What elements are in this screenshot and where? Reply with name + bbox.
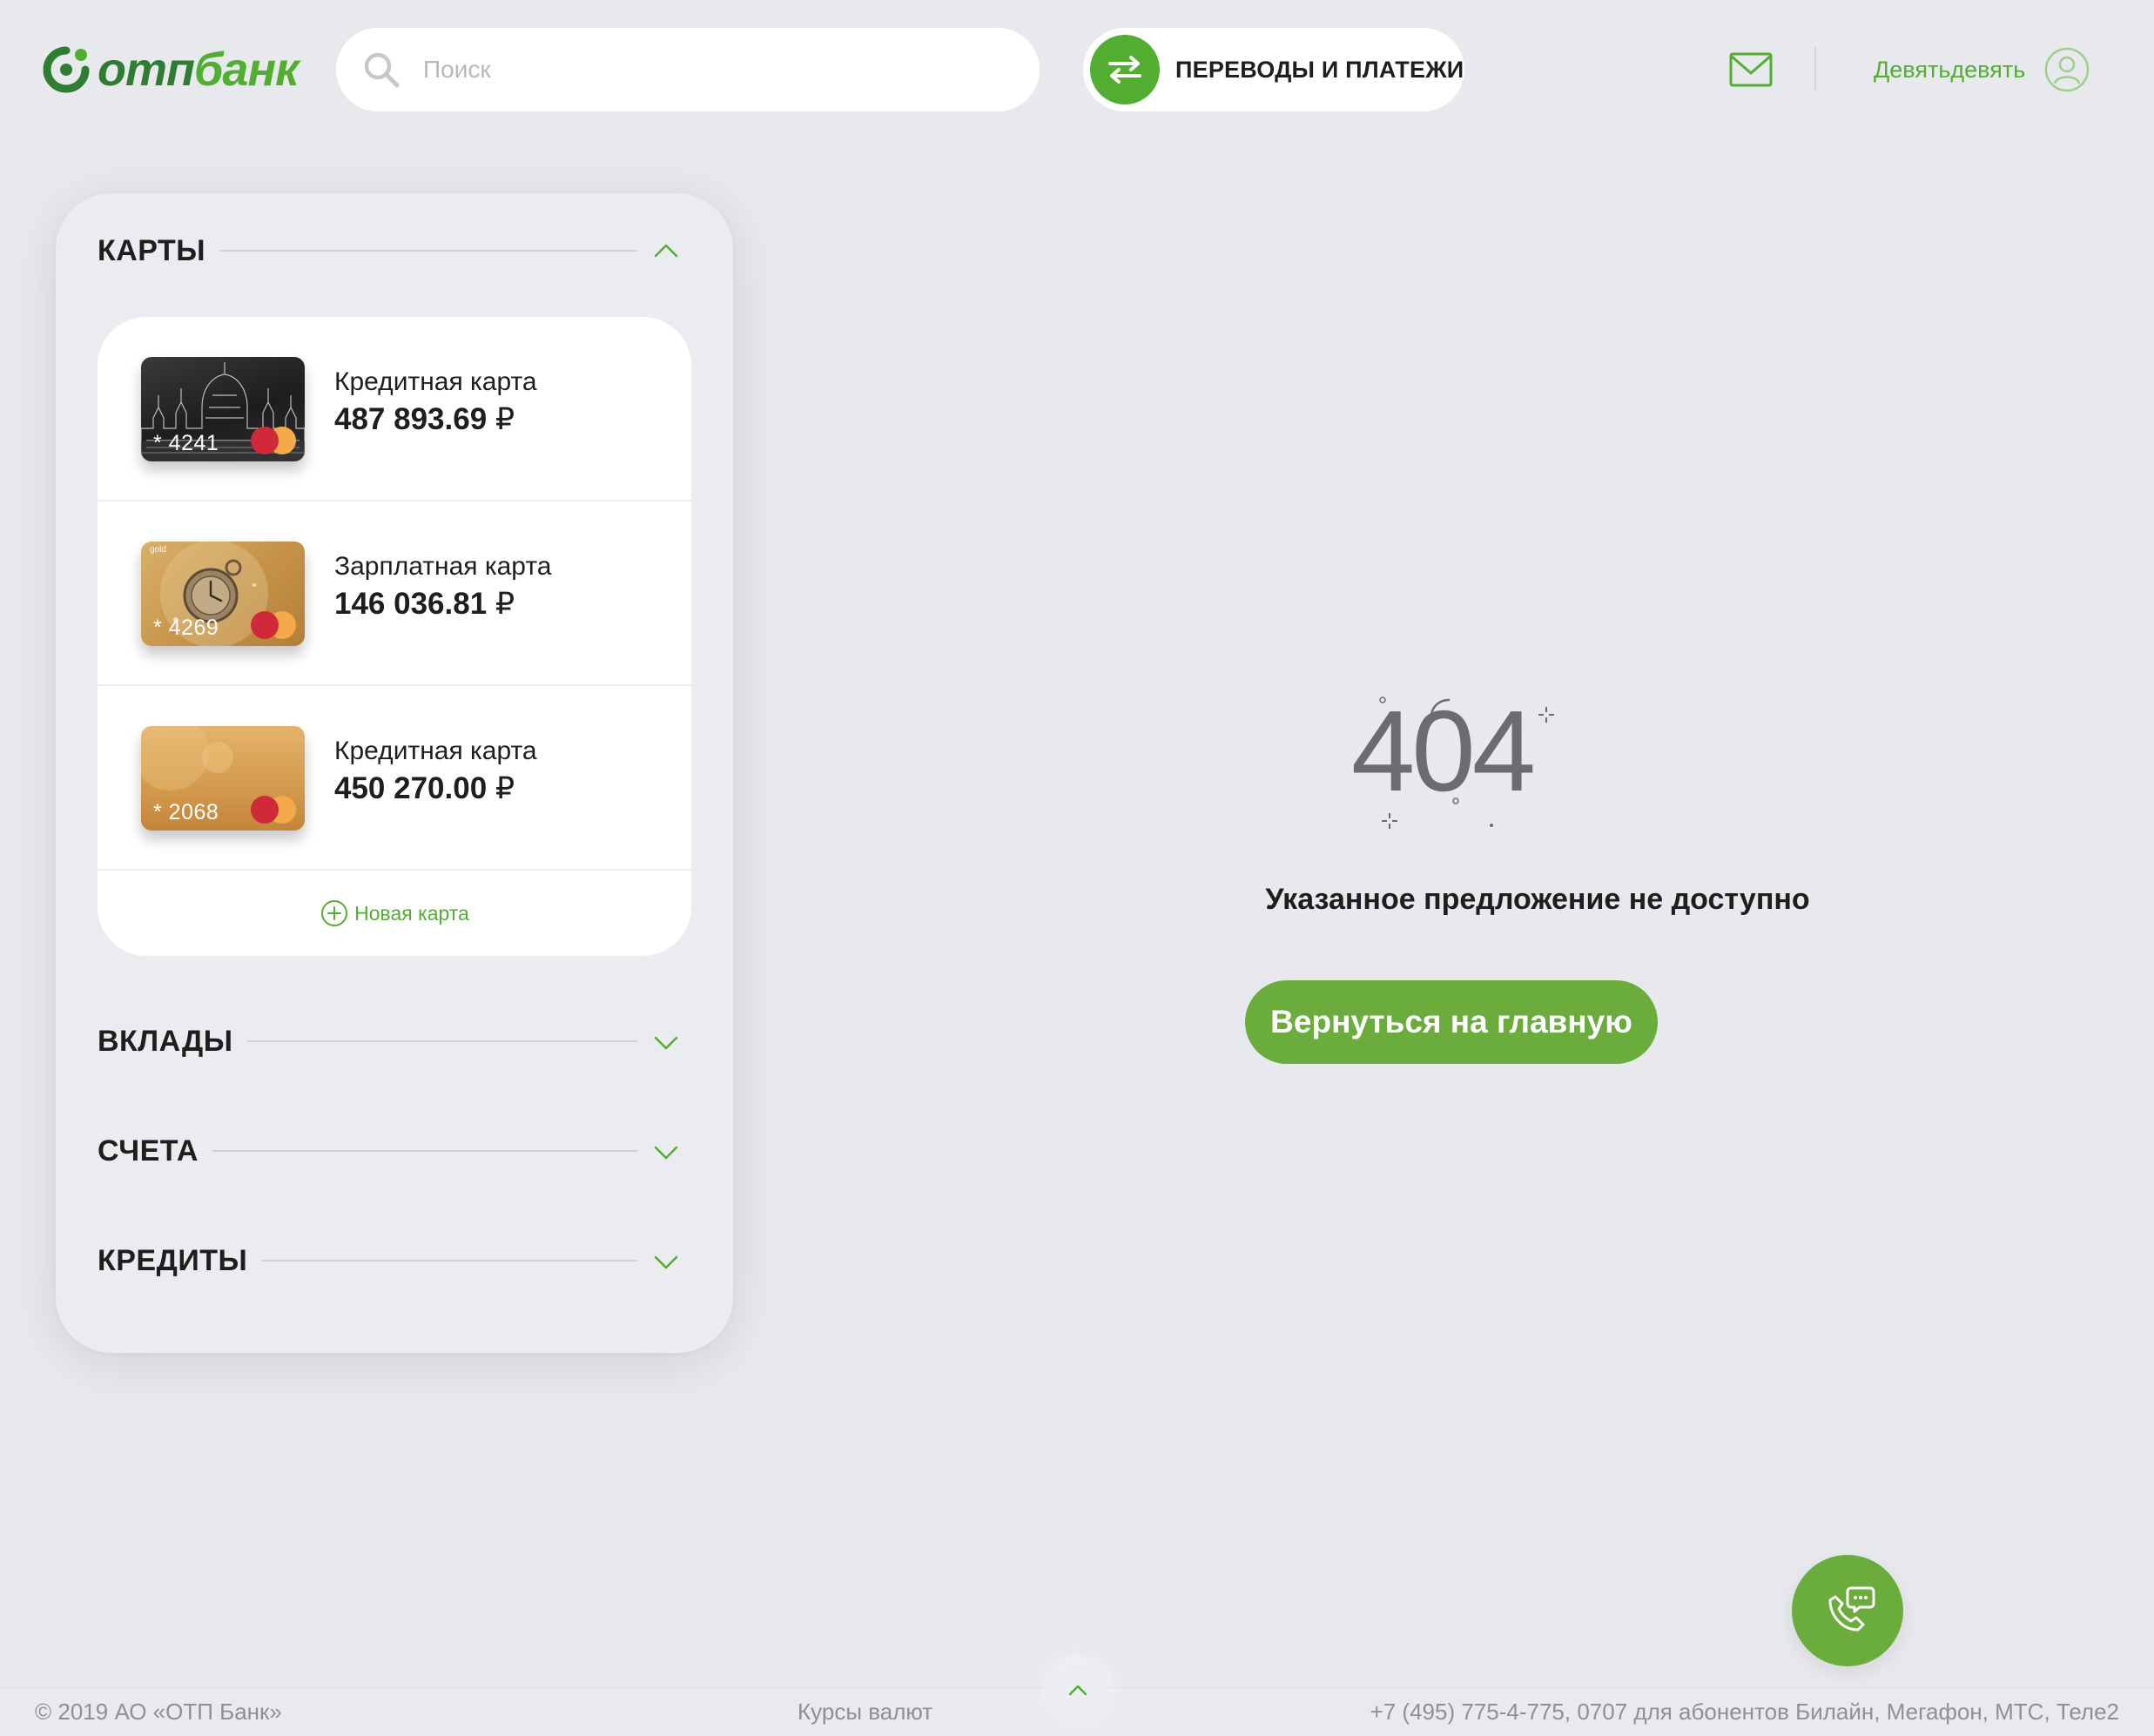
user-avatar-icon <box>2045 47 2090 92</box>
card-balance-amount: 450 270.00 <box>334 771 488 805</box>
mastercard-logo-icon <box>251 796 296 824</box>
section-loans-title: КРЕДИТЫ <box>98 1243 248 1277</box>
otp-bank-logo[interactable]: отпбанк <box>42 44 299 96</box>
back-to-home-button[interactable]: Вернуться на главную <box>1245 980 1658 1064</box>
card-balance-amount: 146 036.81 <box>334 587 488 621</box>
section-divider <box>219 250 637 252</box>
section-deposits-title: ВКЛАДЫ <box>98 1024 233 1058</box>
card-number: * 4241 <box>153 431 219 455</box>
card-item[interactable]: * 4241 Кредитная карта 487 893.69 ₽ <box>98 317 691 501</box>
mastercard-logo-icon <box>251 427 296 454</box>
call-chat-button[interactable] <box>1792 1555 1903 1666</box>
card-balance-currency: ₽ <box>495 587 515 621</box>
mastercard-logo-icon <box>251 611 296 639</box>
error-message: Указанное предложение не доступно <box>1265 883 1810 916</box>
footer-currency-rates-link[interactable]: Курсы валют <box>798 1699 932 1726</box>
new-card-button[interactable]: Новая карта <box>98 871 691 956</box>
section-accounts-title: СЧЕТА <box>98 1134 199 1167</box>
card-name: Кредитная карта <box>334 737 537 765</box>
mail-icon[interactable] <box>1729 50 1773 89</box>
section-divider <box>212 1150 637 1152</box>
chevron-down-icon <box>654 1255 678 1269</box>
phone-chat-icon <box>1828 1586 1875 1632</box>
chevron-up-icon <box>1068 1685 1087 1696</box>
section-cards-header[interactable]: КАРТЫ <box>98 225 691 277</box>
plus-circle-icon <box>321 900 348 926</box>
user-name: Девятьдевять <box>1874 56 2026 83</box>
transfers-label: ПЕРЕВОДЫ И ПЛАТЕЖИ <box>1175 56 1464 83</box>
logo-text: отпбанк <box>98 44 299 96</box>
new-card-label: Новая карта <box>354 901 469 925</box>
error-code: 404 <box>1351 688 1533 815</box>
section-divider <box>261 1260 637 1262</box>
logo-text-otp: отп <box>98 44 195 96</box>
transfers-payments-button[interactable]: ПЕРЕВОДЫ И ПЛАТЕЖИ <box>1083 28 1464 111</box>
section-divider <box>246 1040 637 1042</box>
section-loans-header[interactable]: КРЕДИТЫ <box>98 1235 691 1287</box>
card-image-dark: * 4241 <box>141 357 305 461</box>
search-input[interactable] <box>423 56 1015 84</box>
footer-phones: +7 (495) 775-4-775, 0707 для абонентов Б… <box>1370 1699 2119 1725</box>
logo-mark-icon <box>43 46 90 93</box>
chevron-down-icon <box>654 1036 678 1050</box>
footer-copyright: © 2019 АО «ОТП Банк» <box>35 1699 282 1725</box>
error-404-graphic: 404 <box>1351 688 1554 829</box>
card-balance: 146 036.81 ₽ <box>334 587 515 622</box>
section-deposits-header[interactable]: ВКЛАДЫ <box>98 1015 691 1067</box>
scroll-to-top-button[interactable] <box>1050 1663 1106 1719</box>
card-number: * 4269 <box>153 616 219 640</box>
products-panel: КАРТЫ * 4241 Кредитная карта 487 893.69 … <box>56 193 733 1353</box>
transfers-icon-circle <box>1090 35 1160 104</box>
card-item[interactable]: * 2068 Кредитная карта 450 270.00 ₽ <box>98 686 691 871</box>
search-box[interactable] <box>336 28 1040 111</box>
card-image-gold-plain: * 2068 <box>141 726 305 831</box>
section-accounts-header[interactable]: СЧЕТА <box>98 1125 691 1177</box>
card-balance-currency: ₽ <box>495 771 515 805</box>
header-divider <box>1814 47 1816 91</box>
card-name: Зарплатная карта <box>334 552 552 581</box>
card-balance-amount: 487 893.69 <box>334 402 488 436</box>
card-balance: 487 893.69 ₽ <box>334 402 515 437</box>
card-balance: 450 270.00 ₽ <box>334 771 515 806</box>
card-number: * 2068 <box>153 800 219 824</box>
card-item[interactable]: gold * 4269 Зарплатная карта 146 036.81 … <box>98 501 691 686</box>
chevron-down-icon <box>654 1146 678 1160</box>
card-balance-currency: ₽ <box>495 402 515 436</box>
chevron-up-icon <box>654 244 678 258</box>
card-name: Кредитная карта <box>334 367 537 396</box>
cards-list: * 4241 Кредитная карта 487 893.69 ₽ gold <box>98 317 691 956</box>
logo-text-bank: банк <box>194 44 299 96</box>
section-cards-title: КАРТЫ <box>98 233 206 267</box>
transfer-arrows-icon <box>1108 56 1141 84</box>
search-icon <box>364 52 400 88</box>
card-image-gold-watch: gold * 4269 <box>141 542 305 646</box>
user-profile-menu[interactable]: Девятьдевять <box>1874 45 2090 94</box>
